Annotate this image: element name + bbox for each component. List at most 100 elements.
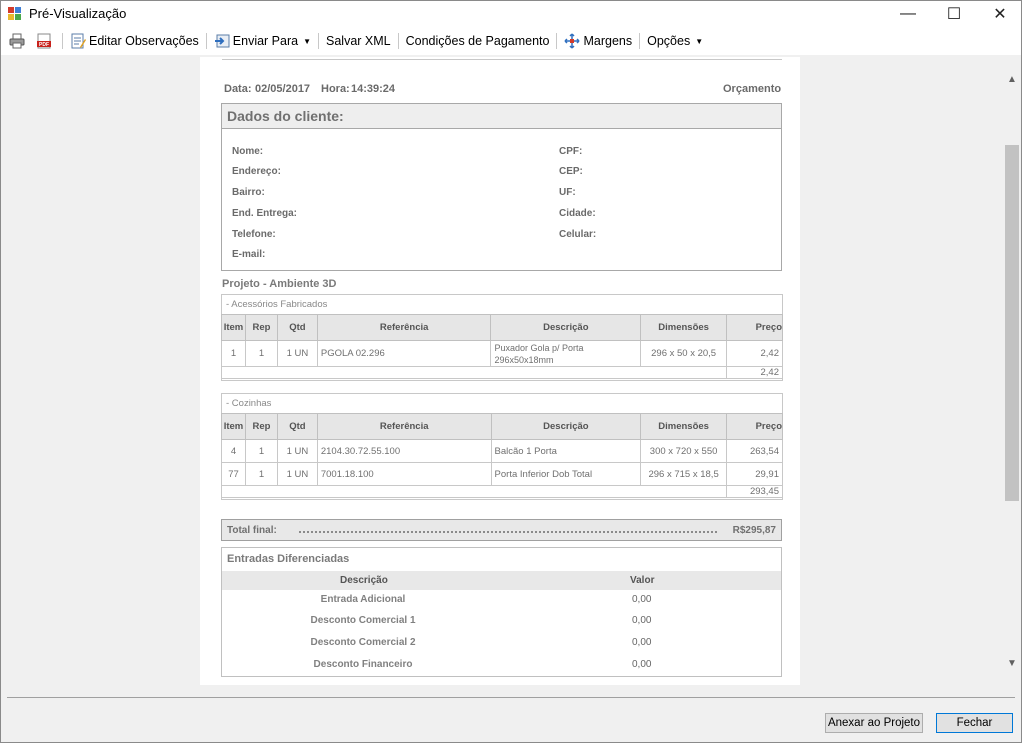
send-to-dropdown[interactable]: Enviar Para ▼ <box>210 30 315 52</box>
cell-dim: 296 x 50 x 20,5 <box>640 340 728 367</box>
footer: Anexar ao Projeto Fechar <box>1 685 1021 742</box>
send-icon <box>214 33 230 49</box>
cell-qtd: 1 UN <box>276 439 318 463</box>
document-page: Data: 02/05/2017 Hora: 14:39:24 Orçament… <box>200 57 800 685</box>
cell-desc: Balcão 1 Porta <box>490 439 642 463</box>
close-window-button[interactable]: ✕ <box>977 1 1022 27</box>
toolbar-separator <box>318 33 320 49</box>
chevron-down-icon: ▼ <box>303 36 312 46</box>
list-item: Desconto Financeiro 0,00 <box>222 659 781 680</box>
vertical-scrollbar[interactable]: ▲ ▼ <box>1003 57 1021 685</box>
entry-value: 0,00 <box>632 594 652 605</box>
page-top-rule <box>222 59 782 60</box>
toolbar-separator <box>397 33 399 49</box>
delivery-address-label: End. Entrega: <box>232 208 298 219</box>
phone-label: Telefone: <box>232 229 276 240</box>
email-label: E-mail: <box>232 249 266 260</box>
col-ref: Referência <box>316 314 492 341</box>
pdf-icon-text: PDF <box>39 42 49 48</box>
subtotal-value: 2,42 <box>726 366 783 379</box>
scroll-down-icon[interactable]: ▼ <box>1003 655 1021 671</box>
list-item: Desconto Comercial 1 0,00 <box>222 615 781 636</box>
pdf-icon: PDF <box>36 33 52 49</box>
minimize-button[interactable]: — <box>885 1 931 27</box>
close-icon: ✕ <box>993 6 1007 23</box>
cell-desc: Puxador Gola p/ Porta 296x50x18mm <box>490 340 642 367</box>
toolbar-separator <box>639 33 641 49</box>
project-title: Projeto - Ambiente 3D <box>222 278 337 290</box>
cell-desc-line2: 296x50x18mm <box>494 354 554 365</box>
printer-icon <box>9 33 25 49</box>
col-ref: Referência <box>316 413 492 440</box>
cell-qtd: 1 UN <box>276 340 318 367</box>
maximize-button[interactable]: ☐ <box>931 1 977 27</box>
cell-rep: 1 <box>244 340 278 367</box>
group-title: - Cozinhas <box>226 398 272 409</box>
close-button[interactable]: Fechar <box>936 713 1013 733</box>
margins-button[interactable]: Margens <box>560 30 636 52</box>
scroll-up-icon[interactable]: ▲ <box>1003 71 1021 87</box>
cell-item: 4 <box>221 439 246 463</box>
scroll-thumb[interactable] <box>1005 145 1019 501</box>
toolbar: PDF Editar Observações Enviar Para ▼ Sal… <box>1 27 1021 55</box>
date-label: Data: <box>224 83 252 95</box>
cell-price: 2,42 <box>726 340 783 367</box>
subtotal-row: 2,42 <box>220 366 783 379</box>
time-label: Hora: <box>321 83 350 95</box>
col-desc: Descrição <box>490 314 642 341</box>
print-button[interactable] <box>1 30 32 52</box>
cell-price: 29,91 <box>726 462 783 486</box>
total-value: R$295,87 <box>732 525 776 536</box>
table-row: 77 1 1 UN 7001.18.100 Porta Inferior Dob… <box>221 462 783 486</box>
margins-label: Margens <box>583 34 633 48</box>
table-header-row: Item Rep Qtd Referência Descrição Dimens… <box>221 314 783 341</box>
margins-icon <box>564 33 581 49</box>
address-label: Endereço: <box>232 166 281 177</box>
subtotal-value: 293,45 <box>726 485 783 498</box>
preview-viewport[interactable]: Data: 02/05/2017 Hora: 14:39:24 Orçament… <box>1 57 1003 685</box>
table-header-row: Item Rep Qtd Referência Descrição Dimens… <box>221 413 783 440</box>
cell-ref: 7001.18.100 <box>316 462 492 486</box>
send-to-label: Enviar Para <box>232 34 299 48</box>
toolbar-separator <box>205 33 207 49</box>
pdf-button[interactable]: PDF <box>32 30 59 52</box>
col-rep: Rep <box>244 314 278 341</box>
payment-terms-button[interactable]: Condições de Pagamento <box>402 30 554 52</box>
footer-divider <box>7 697 1015 698</box>
col-item: Item <box>221 413 246 440</box>
entry-value: 0,00 <box>632 659 652 670</box>
cell-item: 1 <box>221 340 246 367</box>
special-entries-header: Descrição Valor <box>222 571 781 590</box>
edit-notes-button[interactable]: Editar Observações <box>66 30 203 52</box>
col-dim: Dimensões <box>640 314 728 341</box>
cpf-label: CPF: <box>559 146 583 157</box>
maximize-icon: ☐ <box>946 6 962 23</box>
list-item: Desconto Comercial 2 0,00 <box>222 637 781 658</box>
options-dropdown[interactable]: Opções ▼ <box>643 30 707 52</box>
col-description: Descrição <box>340 575 388 586</box>
subtotal-spacer <box>220 366 728 379</box>
accessories-table: Item Rep Qtd Referência Descrição Dimens… <box>220 314 783 379</box>
time-value: 14:39:24 <box>351 83 396 95</box>
col-value: Valor <box>630 575 655 586</box>
entry-desc: Desconto Comercial 1 <box>310 615 416 626</box>
col-price: Preço <box>726 413 783 440</box>
special-entries-box: Entradas Diferenciadas Descrição Valor E… <box>221 547 782 677</box>
name-label: Nome: <box>232 146 264 157</box>
subtotal-spacer <box>220 485 728 498</box>
mobile-label: Celular: <box>559 229 597 240</box>
col-qtd: Qtd <box>276 413 318 440</box>
payment-terms-label: Condições de Pagamento <box>405 34 550 48</box>
cell-qtd: 1 UN <box>276 462 318 486</box>
save-xml-button[interactable]: Salvar XML <box>322 30 395 52</box>
save-xml-label: Salvar XML <box>326 34 391 48</box>
kitchens-table: Item Rep Qtd Referência Descrição Dimens… <box>220 413 783 498</box>
cep-label: CEP: <box>559 166 583 177</box>
minimize-icon: — <box>900 5 916 22</box>
cell-ref: 2104.30.72.55.100 <box>316 439 492 463</box>
date-value: 02/05/2017 <box>255 83 311 95</box>
entry-desc: Desconto Comercial 2 <box>310 637 416 648</box>
entry-value: 0,00 <box>632 615 652 626</box>
attach-to-project-button[interactable]: Anexar ao Projeto <box>825 713 923 733</box>
cell-ref: PGOLA 02.296 <box>316 340 492 367</box>
